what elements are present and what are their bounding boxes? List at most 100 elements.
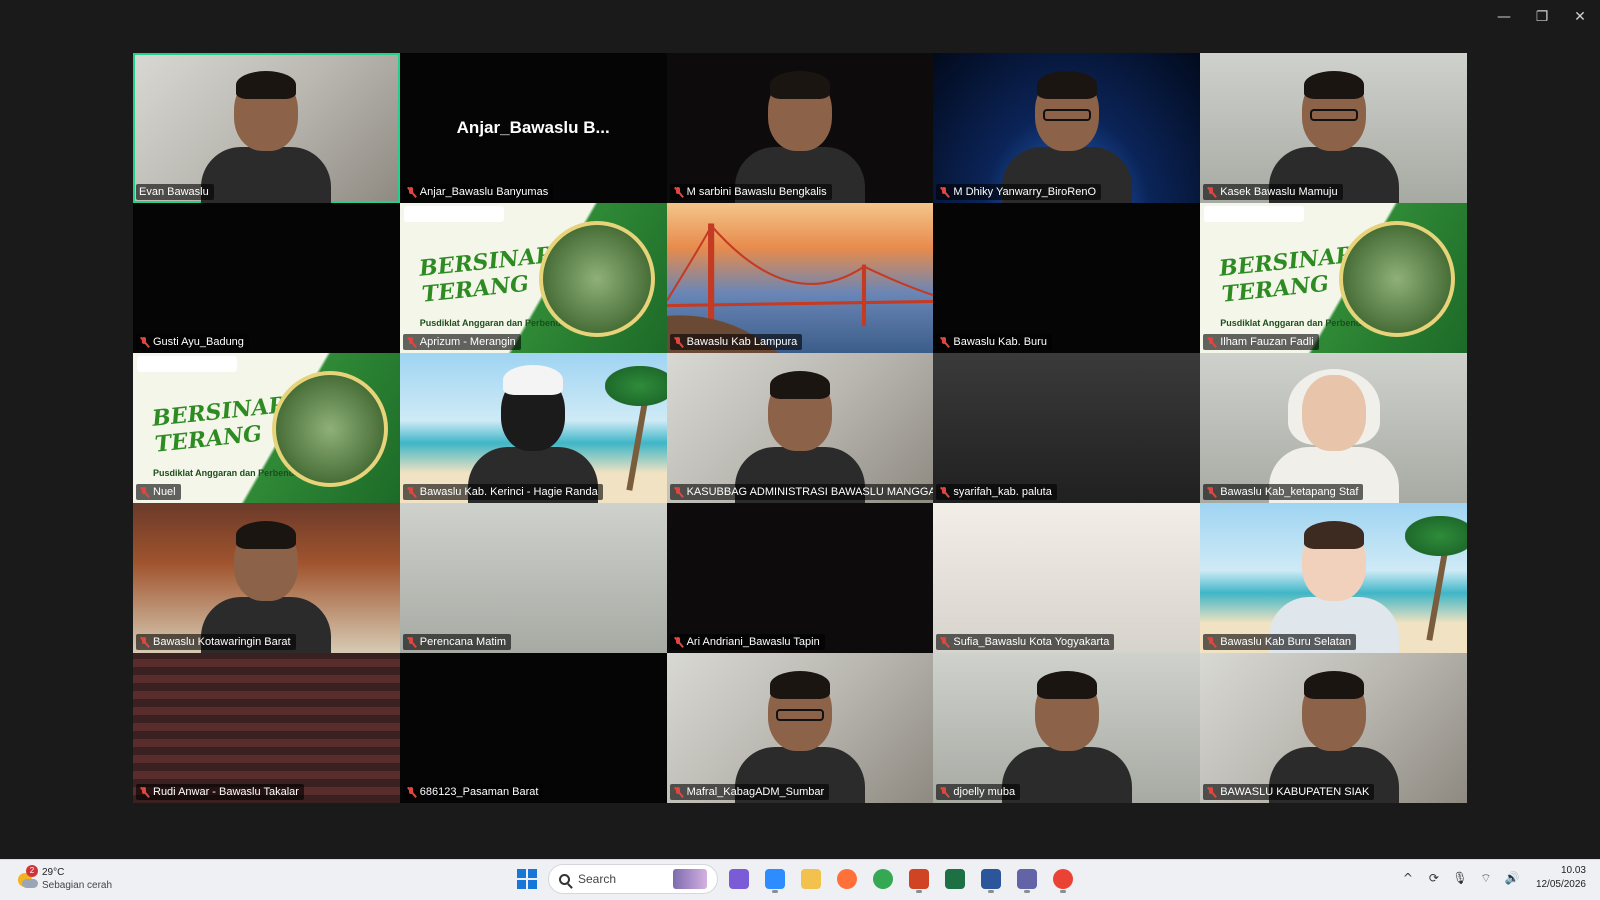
participant-video	[201, 71, 332, 203]
participant-name-label: Sufia_Bawaslu Kota Yogyakarta	[936, 634, 1115, 650]
taskbar-search[interactable]: Search	[548, 864, 718, 894]
minimize-button[interactable]: —	[1492, 6, 1516, 28]
participant-name: Anjar_Bawaslu Banyumas	[419, 186, 549, 198]
clock[interactable]: 10.03 12/05/2026	[1536, 864, 1586, 892]
participant-tile[interactable]: M sarbini Bawaslu Bengkalis	[666, 53, 934, 203]
participant-tile[interactable]: Gusti Ayu_Badung	[133, 203, 400, 353]
participant-name-label: Anjar_Bawaslu Banyumas	[402, 184, 554, 200]
participant-tile[interactable]: Ari Andriani_Bawaslu Tapin	[666, 503, 934, 653]
restore-button[interactable]: ❐	[1530, 6, 1554, 28]
teams-icon[interactable]	[1012, 864, 1042, 894]
mic-muted-icon	[139, 786, 150, 798]
microphone-icon[interactable]: 🎙	[1452, 870, 1468, 886]
participant-name-label: Rudi Anwar - Bawaslu Takalar	[136, 784, 304, 800]
taskbar-apps: Search	[512, 864, 1078, 894]
participant-name-label: Ilham Fauzan Fadli	[1203, 334, 1319, 350]
participant-name: 686123_Pasaman Barat	[419, 786, 539, 798]
participant-name: M sarbini Bawaslu Bengkalis	[686, 186, 827, 198]
participant-name: Bawaslu Kab. Kerinci - Hagie Randa	[419, 486, 598, 498]
chevron-up-icon[interactable]: ^	[1400, 870, 1416, 886]
participant-tile[interactable]: Bawaslu Kab Lampura	[666, 203, 934, 353]
weather-temperature: 29°C	[42, 867, 65, 878]
building-photo	[1338, 221, 1455, 337]
chrome-alt-icon[interactable]	[1048, 864, 1078, 894]
window-controls: — ❐ ✕	[1492, 6, 1592, 28]
volume-icon[interactable]: 🔊	[1504, 870, 1520, 886]
participant-tile[interactable]: Bawaslu Kab Buru Selatan	[1200, 503, 1467, 653]
zoom-icon[interactable]	[760, 864, 790, 894]
participant-name: Kasek Bawaslu Mamuju	[1220, 186, 1338, 198]
participant-name-label: Evan Bawaslu	[136, 184, 214, 200]
powerpoint-icon[interactable]	[904, 864, 934, 894]
participant-tile[interactable]: BERSINAR TERANG Pusdiklat Anggaran dan Pe…	[1200, 203, 1467, 353]
mic-muted-icon	[673, 186, 684, 198]
mic-muted-icon	[939, 636, 950, 648]
participant-tile[interactable]: Evan Bawaslu	[133, 53, 400, 203]
palm-tree	[1404, 511, 1467, 631]
clock-date: 12/05/2026	[1535, 879, 1586, 890]
participant-tile[interactable]: djoelly muba	[933, 653, 1201, 803]
participant-name: KASUBBAG ADMINISTRASI BAWASLU MANGGAR...	[686, 486, 934, 498]
mic-muted-icon	[673, 636, 684, 648]
participant-name: Bawaslu Kotawaringin Barat	[153, 636, 291, 648]
participant-name: Bawaslu Kab Buru Selatan	[1220, 636, 1352, 648]
participant-name: Evan Bawaslu	[139, 186, 209, 198]
participant-name: Perencana Matim	[419, 636, 507, 648]
participant-tile[interactable]: BERSINAR TERANG Pusdiklat Anggaran dan Pe…	[399, 203, 667, 353]
sync-icon[interactable]: ⟳	[1426, 870, 1442, 886]
participant-name-label: KASUBBAG ADMINISTRASI BAWASLU MANGGAR...	[669, 484, 934, 500]
participant-name-label: Bawaslu Kab Buru Selatan	[1203, 634, 1357, 650]
copilot-icon[interactable]	[724, 864, 754, 894]
bridge-background	[666, 222, 934, 353]
excel-icon[interactable]	[940, 864, 970, 894]
mic-muted-icon	[1206, 486, 1217, 498]
gallery-view: Evan Bawaslu Anjar_Bawaslu B... Anjar_Bawa…	[133, 53, 1467, 803]
mic-muted-icon	[406, 786, 417, 798]
wifi-icon[interactable]: ⌔	[1478, 870, 1494, 886]
mic-muted-icon	[673, 786, 684, 798]
mic-muted-icon	[139, 336, 150, 348]
participant-name: djoelly muba	[953, 786, 1016, 798]
participant-name-label: Bawaslu Kab Lampura	[669, 334, 803, 350]
mic-muted-icon	[939, 486, 950, 498]
mic-muted-icon	[139, 486, 150, 498]
participant-name-placeholder: Anjar_Bawaslu B...	[456, 118, 610, 137]
system-tray: ^ ⟳ 🎙 ⌔ 🔊 10.03 12/05/2026	[1400, 864, 1586, 892]
chrome-icon[interactable]	[868, 864, 898, 894]
participant-name-label: M Dhiky Yanwarry_BiroRenO	[936, 184, 1102, 200]
participant-tile[interactable]: Bawaslu Kab_ketapang Staf	[1200, 353, 1467, 503]
word-icon[interactable]	[976, 864, 1006, 894]
participant-tile[interactable]: KASUBBAG ADMINISTRASI BAWASLU MANGGAR...	[666, 353, 934, 503]
participant-tile[interactable]: 686123_Pasaman Barat	[399, 653, 667, 803]
start-button[interactable]	[512, 864, 542, 894]
participant-tile[interactable]: Mafral_KabagADM_Sumbar	[666, 653, 934, 803]
participant-name-label: Ari Andriani_Bawaslu Tapin	[669, 634, 825, 650]
participant-tile[interactable]: Bawaslu Kotawaringin Barat	[133, 503, 400, 653]
mic-muted-icon	[139, 636, 150, 648]
participant-name: Nuel	[153, 486, 176, 498]
participant-tile[interactable]: Bawaslu Kab. Kerinci - Hagie Randa	[399, 353, 667, 503]
participant-name-label: Bawaslu Kab. Buru	[936, 334, 1052, 350]
participant-tile[interactable]: BAWASLU KABUPATEN SIAK	[1200, 653, 1467, 803]
participant-name-label: Bawaslu Kotawaringin Barat	[136, 634, 296, 650]
participant-tile[interactable]: Perencana Matim	[399, 503, 667, 653]
file-explorer-icon[interactable]	[796, 864, 826, 894]
participant-tile[interactable]: M Dhiky Yanwarry_BiroRenO	[933, 53, 1201, 203]
participant-name: Sufia_Bawaslu Kota Yogyakarta	[953, 636, 1110, 648]
sponsor-logos	[137, 356, 237, 372]
participant-name: M Dhiky Yanwarry_BiroRenO	[953, 186, 1097, 198]
weather-widget[interactable]: 2 29°C Sebagian cerah	[16, 865, 113, 892]
participant-tile[interactable]: Rudi Anwar - Bawaslu Takalar	[133, 653, 400, 803]
participant-tile[interactable]: BERSINAR TERANG Pusdiklat Anggaran dan Pe…	[133, 353, 400, 503]
participant-tile[interactable]: syarifah_kab. paluta	[933, 353, 1201, 503]
participant-tile[interactable]: Bawaslu Kab. Buru	[933, 203, 1201, 353]
participant-name: BAWASLU KABUPATEN SIAK	[1220, 786, 1370, 798]
participant-tile[interactable]: Kasek Bawaslu Mamuju	[1200, 53, 1467, 203]
search-highlight-icon	[673, 869, 707, 889]
participant-tile[interactable]: Anjar_Bawaslu B... Anjar_Bawaslu Banyumas	[399, 53, 667, 203]
firefox-icon[interactable]	[832, 864, 862, 894]
weather-condition: Sebagian cerah	[42, 880, 113, 891]
participant-tile[interactable]: Sufia_Bawaslu Kota Yogyakarta	[933, 503, 1201, 653]
close-button[interactable]: ✕	[1568, 6, 1592, 28]
mic-muted-icon	[1206, 636, 1217, 648]
